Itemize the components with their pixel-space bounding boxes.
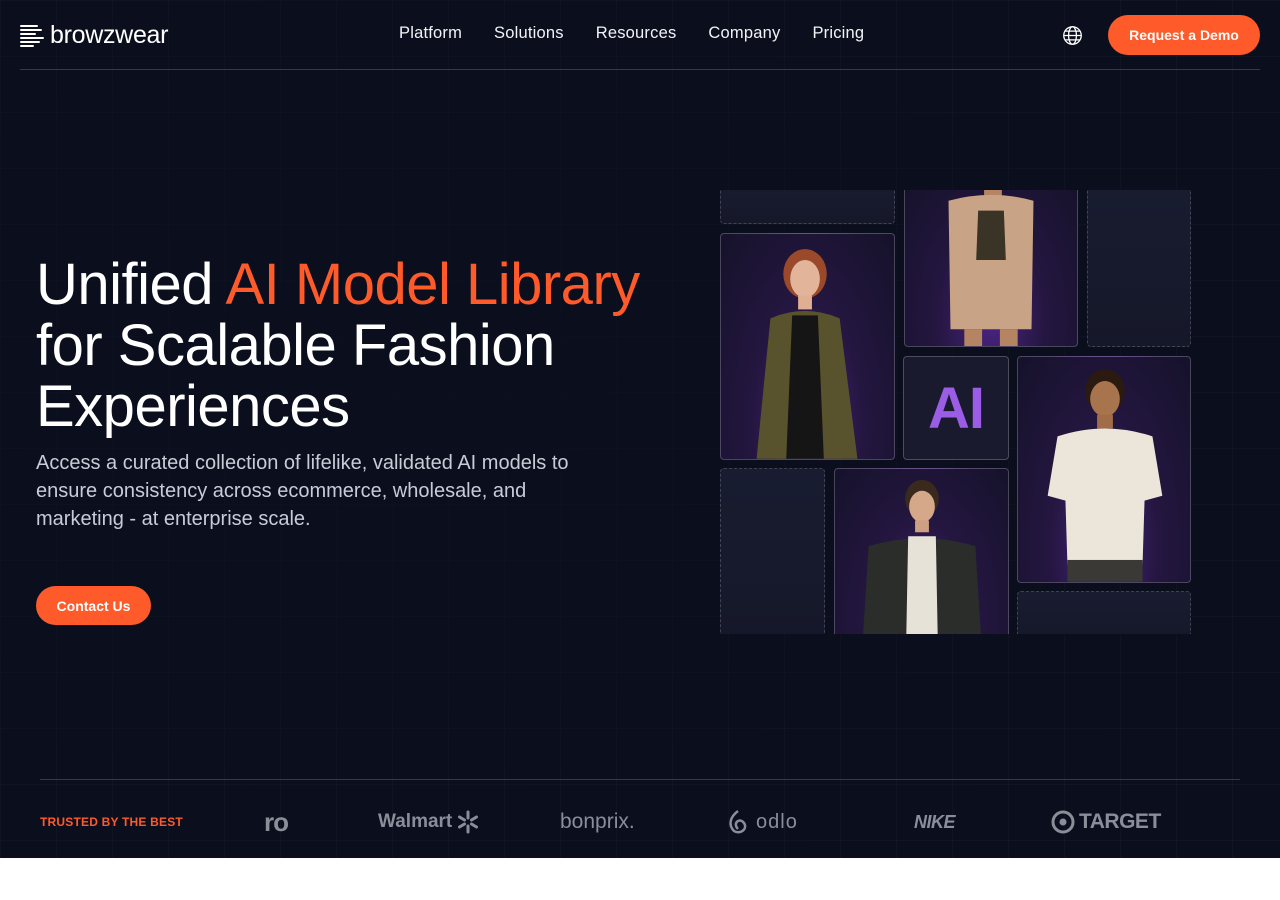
globe-icon[interactable] (1062, 25, 1083, 46)
target-bullseye-icon (1051, 810, 1075, 834)
odlo-mark-icon (729, 810, 747, 834)
brand-ro-text: ro (264, 806, 289, 837)
model-mosaic: AI (720, 190, 1192, 634)
placeholder-tile (720, 468, 825, 634)
menu-item-solutions[interactable]: Solutions (494, 24, 564, 43)
ai-badge-tile: AI (903, 356, 1009, 460)
brand-odlo-text: odlo (756, 810, 798, 833)
model-woman-blazer-image (756, 249, 858, 459)
main-menu: Platform Solutions Resources Company Pri… (399, 24, 896, 43)
contact-us-button[interactable]: Contact Us (36, 586, 151, 625)
hero-subtitle: Access a curated collection of lifelike,… (36, 452, 569, 530)
model-tile-woman-blazer[interactable] (720, 233, 895, 460)
brand-logo-bonprix: bonprix. (560, 808, 635, 836)
trusted-divider (40, 779, 1240, 780)
model-white-tee-image (1047, 369, 1163, 582)
brand-logo-nike: NIKE (914, 808, 956, 836)
brand-logo-ro: ro (264, 806, 289, 837)
model-beige-suit-image (948, 190, 1034, 346)
hero-section: browzwear Platform Solutions Resources C… (0, 0, 1280, 858)
model-tile-plaid-jacket[interactable] (834, 468, 1009, 634)
browzwear-logo[interactable]: browzwear (20, 20, 168, 50)
browzwear-logo-mark-icon (20, 23, 44, 47)
placeholder-tile (1087, 190, 1191, 347)
brand-logo-target: TARGET (1051, 808, 1161, 836)
headline-part-1: Unified (36, 252, 226, 317)
menu-item-pricing[interactable]: Pricing (812, 24, 864, 43)
model-plaid-jacket-image (863, 479, 981, 634)
placeholder-tile (1017, 591, 1191, 634)
ai-badge-text: AI (928, 375, 985, 441)
nav-divider (20, 69, 1260, 70)
menu-item-resources[interactable]: Resources (596, 24, 677, 43)
brand-logo-odlo: odlo (724, 808, 798, 836)
brand-logo-walmart: Walmart (378, 808, 481, 836)
logo-text: browzwear (50, 20, 169, 49)
top-navigation: browzwear Platform Solutions Resources C… (0, 0, 1280, 70)
trusted-label: TRUSTED BY THE BEST (40, 815, 183, 829)
brand-walmart-text: Walmart (378, 811, 453, 832)
request-demo-button[interactable]: Request a Demo (1108, 15, 1260, 55)
brand-nike-text: NIKE (914, 811, 956, 832)
brand-bonprix-text: bonprix. (560, 810, 635, 833)
model-tile-beige-suit[interactable] (904, 190, 1078, 347)
hero-headline: Unified AI Model Library for Scalable Fas… (36, 254, 716, 437)
placeholder-tile (720, 190, 895, 224)
headline-accent: AI Model Library (225, 252, 640, 317)
menu-item-platform[interactable]: Platform (399, 24, 462, 43)
brand-target-text: TARGET (1079, 810, 1161, 833)
menu-item-company[interactable]: Company (708, 24, 780, 43)
model-tile-white-tee[interactable] (1017, 356, 1191, 583)
headline-part-2: for Scalable Fashion Experiences (36, 313, 555, 439)
walmart-spark-icon (458, 810, 479, 834)
